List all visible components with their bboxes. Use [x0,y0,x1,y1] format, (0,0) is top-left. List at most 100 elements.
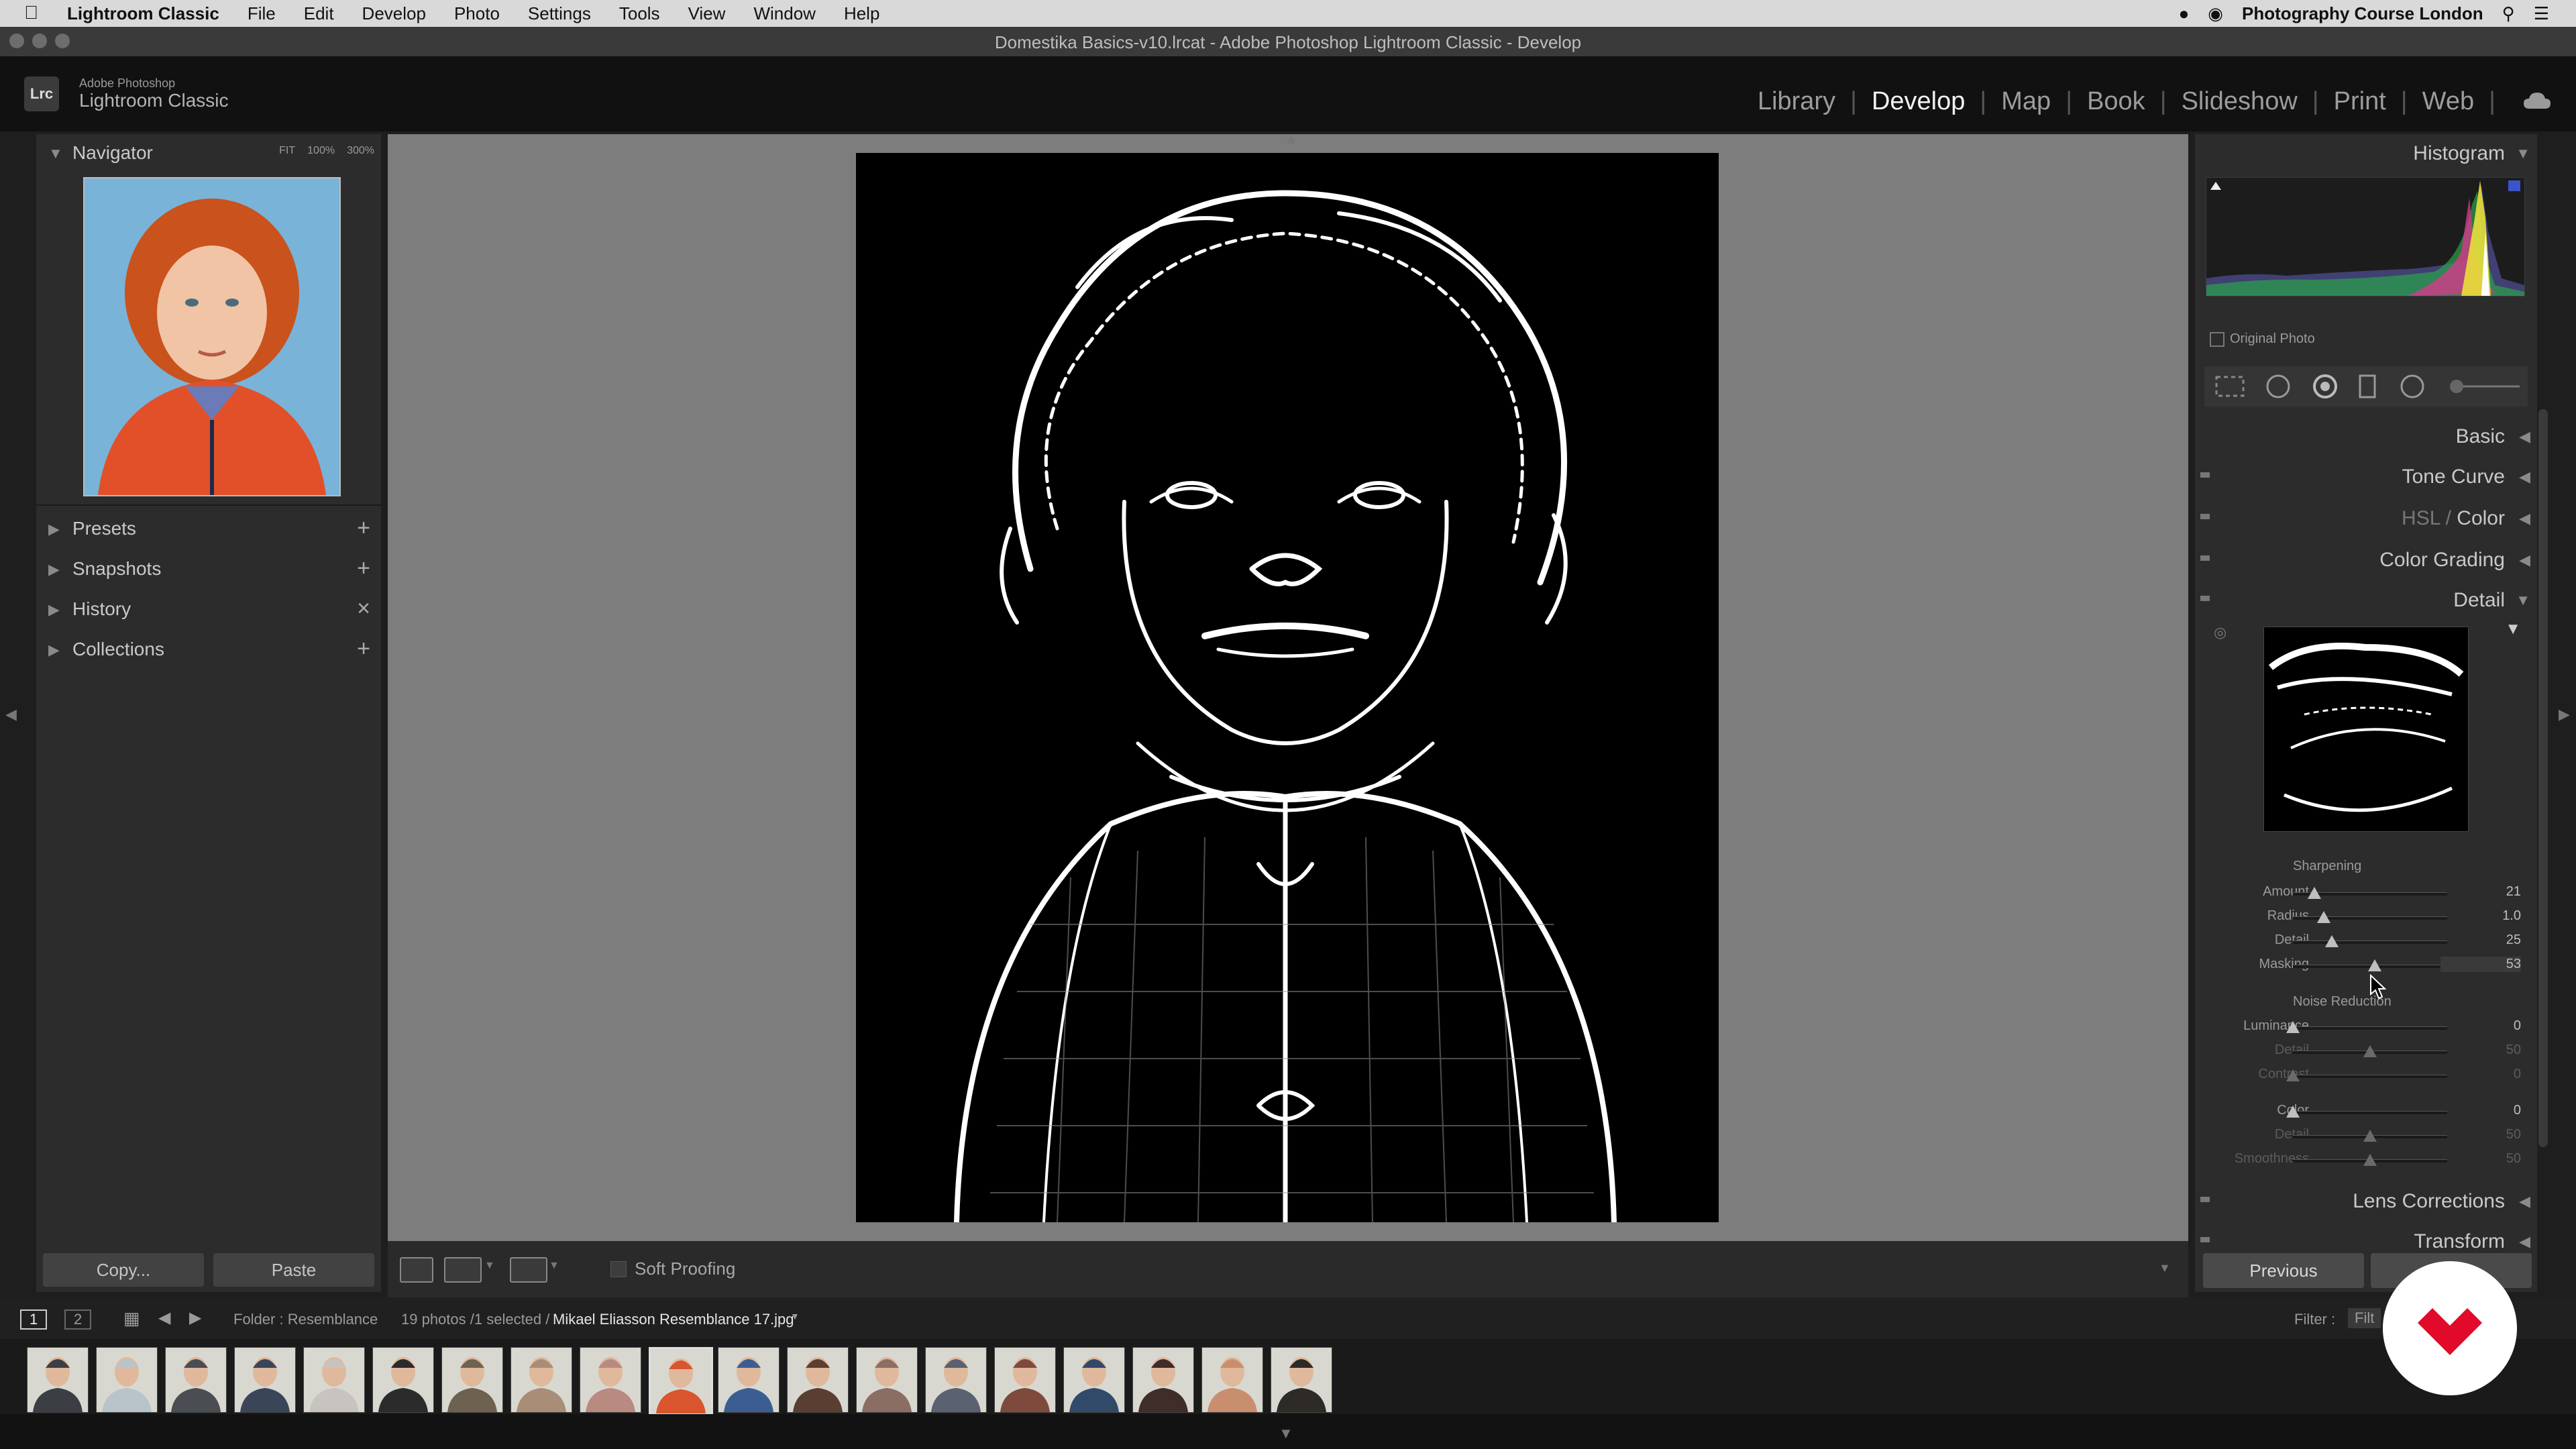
slider-value[interactable]: 21 [2440,884,2521,900]
collections-header[interactable]: ▶ Collections + [36,631,381,669]
source-label[interactable]: Folder : Resemblance [233,1311,378,1328]
transform-header[interactable]: Transform ◀ [2195,1222,2537,1249]
slider-track[interactable] [2293,1075,2447,1078]
histogram-header[interactable]: Histogram ▼ [2195,134,2537,173]
filmstrip-thumbnail[interactable] [165,1347,227,1413]
selected-filename[interactable]: Mikael Eliasson Resemblance 17.jpg [553,1311,794,1328]
paste-settings-button[interactable]: Paste [213,1253,374,1287]
slider-thumb[interactable] [2363,1130,2377,1142]
module-web[interactable]: Web [2408,87,2489,116]
creative-cloud-icon[interactable]: ◉ [2208,3,2223,24]
panel-switch-icon[interactable] [2200,555,2210,561]
menu-help[interactable]: Help [844,3,879,24]
cloud-sync-icon[interactable] [2522,90,2552,111]
zoom-300[interactable]: 300% [347,145,374,157]
slider-thumb[interactable] [2286,1106,2300,1118]
slider-thumb[interactable] [2363,1154,2377,1166]
slider-track[interactable] [2293,1026,2447,1030]
right-panel-toggle-icon[interactable]: ▶ [2559,706,2570,723]
spotlight-search-icon[interactable]: ⚲ [2502,3,2515,24]
slider-thumb[interactable] [2308,887,2322,899]
lens-corrections-header[interactable]: Lens Corrections ◀ [2195,1182,2537,1221]
original-photo-checkbox[interactable] [2210,331,2224,347]
module-print[interactable]: Print [2319,87,2401,116]
grid-view-icon[interactable]: ▦ [123,1308,140,1329]
slider-value[interactable]: 25 [2440,932,2521,948]
filmstrip-thumbnail[interactable] [511,1347,572,1413]
menu-file[interactable]: File [248,3,276,24]
menu-photo[interactable]: Photo [454,3,500,24]
tone-curve-header[interactable]: Tone Curve ◀ [2195,458,2537,496]
panel-switch-icon[interactable] [2200,1197,2210,1202]
slider-value[interactable]: 0 [2440,1018,2521,1034]
record-icon[interactable]: ● [2179,3,2190,24]
color-tab[interactable]: Color [2457,507,2505,529]
slider-value[interactable]: 50 [2440,1042,2521,1058]
slider-track[interactable] [2293,916,2447,920]
module-book[interactable]: Book [2072,87,2160,116]
panel-switch-icon[interactable] [2200,514,2210,519]
filmstrip-thumbnail[interactable] [372,1347,434,1413]
add-snapshot-icon[interactable]: + [357,555,370,582]
dropdown-chevron-icon[interactable]: ▼ [484,1260,495,1272]
slider-thumb[interactable] [2317,911,2330,923]
filmstrip-thumbnail[interactable] [925,1347,987,1413]
menu-view[interactable]: View [688,3,726,24]
loupe-view-icon[interactable] [400,1257,433,1283]
filmstrip-thumbnail[interactable] [856,1347,918,1413]
menu-develop[interactable]: Develop [362,3,426,24]
slider-thumb[interactable] [2286,1069,2300,1081]
filmstrip-thumbnail[interactable] [649,1347,713,1415]
snapshots-header[interactable]: ▶ Snapshots + [36,550,381,589]
module-slideshow[interactable]: Slideshow [2167,87,2312,116]
control-center-icon[interactable]: ☰ [2534,3,2549,24]
filmstrip-thumbnail[interactable] [580,1347,641,1413]
menu-window[interactable]: Window [753,3,815,24]
top-panel-toggle-icon[interactable]: ▲ [1284,130,1299,148]
filmstrip-thumbnail[interactable] [718,1347,780,1413]
add-collection-icon[interactable]: + [357,636,370,662]
slider-thumb[interactable] [2286,1021,2300,1033]
filmstrip-thumbnail[interactable] [27,1347,89,1413]
previous-button[interactable]: Previous [2203,1253,2364,1288]
filmstrip-thumbnail[interactable] [1271,1347,1332,1413]
hsl-color-header[interactable]: HSL / Color ◀ [2195,499,2537,538]
filmstrip-thumbnail[interactable] [1063,1347,1125,1413]
histogram-graph[interactable] [2206,177,2525,297]
slider-value[interactable]: 1.0 [2440,908,2521,924]
slider-track[interactable] [2293,1111,2447,1114]
soft-proofing-toggle[interactable]: Soft Proofing [610,1258,735,1279]
menu-app-name[interactable]: Lightroom Classic [67,3,219,24]
detail-preview-menu-icon[interactable]: ▼ [2505,620,2521,639]
soft-proofing-checkbox[interactable] [610,1260,627,1277]
module-library[interactable]: Library [1743,87,1850,116]
panel-switch-icon[interactable] [2200,472,2210,478]
filmstrip-thumbnail[interactable] [1201,1347,1263,1413]
slider-value[interactable]: 0 [2440,1067,2521,1082]
forward-arrow-icon[interactable]: ▶ [189,1308,201,1328]
detail-zoom-preview[interactable] [2263,627,2469,832]
back-arrow-icon[interactable]: ◀ [158,1308,170,1328]
slider-value[interactable]: 53 [2440,957,2521,972]
screen-2-button[interactable]: 2 [64,1309,92,1330]
filmstrip-thumbnail[interactable] [234,1347,296,1413]
menubar-user-label[interactable]: Photography Course London [2242,3,2483,24]
color-grading-header[interactable]: Color Grading ◀ [2195,541,2537,580]
filmstrip-toggle-icon[interactable]: ▼ [1279,1425,1293,1442]
original-photo-toggle[interactable]: Original Photo [2210,331,2315,347]
navigator-preview[interactable] [83,177,341,496]
menu-settings[interactable]: Settings [528,3,591,24]
right-panel-scrollbar[interactable] [2538,409,2548,1147]
apple-icon[interactable]:  [24,2,38,23]
slider-thumb[interactable] [2367,959,2381,971]
menu-tools[interactable]: Tools [619,3,660,24]
toolbar-menu-chevron-icon[interactable]: ▼ [2159,1261,2171,1275]
filename-dropdown-chevron-icon[interactable]: ▼ [790,1311,800,1322]
screen-1-button[interactable]: 1 [20,1309,48,1330]
module-develop[interactable]: Develop [1857,87,1980,116]
history-header[interactable]: ▶ History × [36,590,381,629]
panel-switch-icon[interactable] [2200,1237,2210,1242]
filter-dropdown[interactable]: Filt [2348,1308,2381,1328]
slider-value[interactable]: 50 [2440,1127,2521,1142]
filmstrip-thumbnail[interactable] [96,1347,158,1413]
